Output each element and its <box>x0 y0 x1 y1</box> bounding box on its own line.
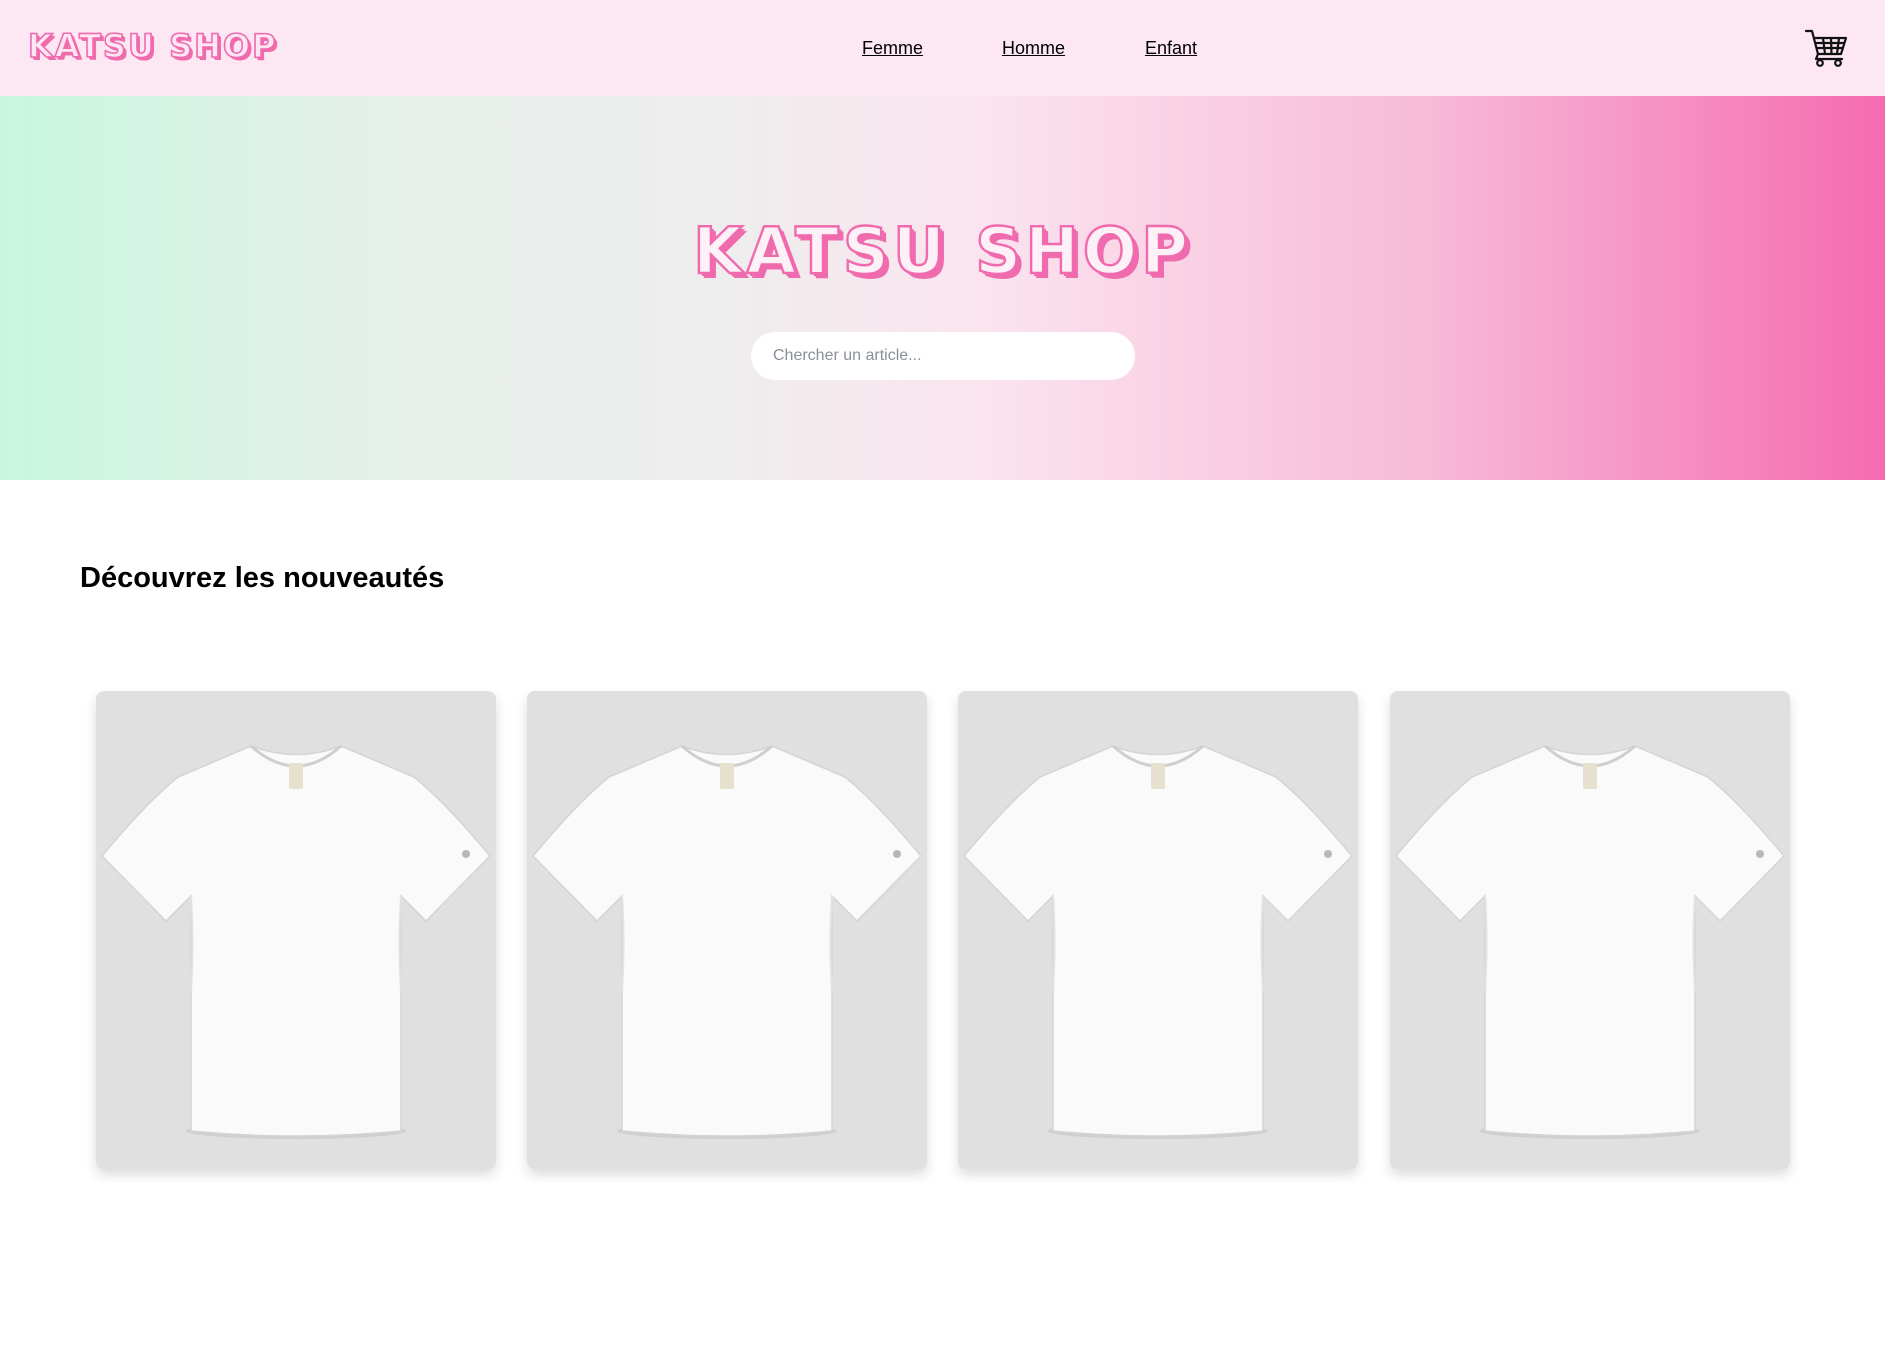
nav-link-enfant[interactable]: Enfant <box>1145 36 1197 60</box>
product-card[interactable] <box>96 691 496 1169</box>
tshirt-image <box>1394 744 1786 1139</box>
tshirt-image <box>100 744 492 1139</box>
hero-title: KATSU SHOP <box>692 214 1193 290</box>
section-title: Découvrez les nouveautés <box>80 562 445 594</box>
main-nav: Femme Homme Enfant <box>0 36 1885 60</box>
nav-link-homme[interactable]: Homme <box>1002 36 1065 60</box>
search-input[interactable] <box>751 332 1135 380</box>
hero-banner: KATSU SHOP <box>0 96 1885 480</box>
product-card[interactable] <box>527 691 927 1169</box>
site-header: KATSU SHOP Femme Homme Enfant <box>0 0 1885 96</box>
tshirt-image <box>962 744 1354 1139</box>
product-grid <box>96 691 1790 1169</box>
nav-link-femme[interactable]: Femme <box>862 36 923 60</box>
product-card[interactable] <box>958 691 1358 1169</box>
tshirt-image <box>531 744 923 1139</box>
product-card[interactable] <box>1390 691 1790 1169</box>
shopping-cart-icon[interactable] <box>1804 28 1848 68</box>
